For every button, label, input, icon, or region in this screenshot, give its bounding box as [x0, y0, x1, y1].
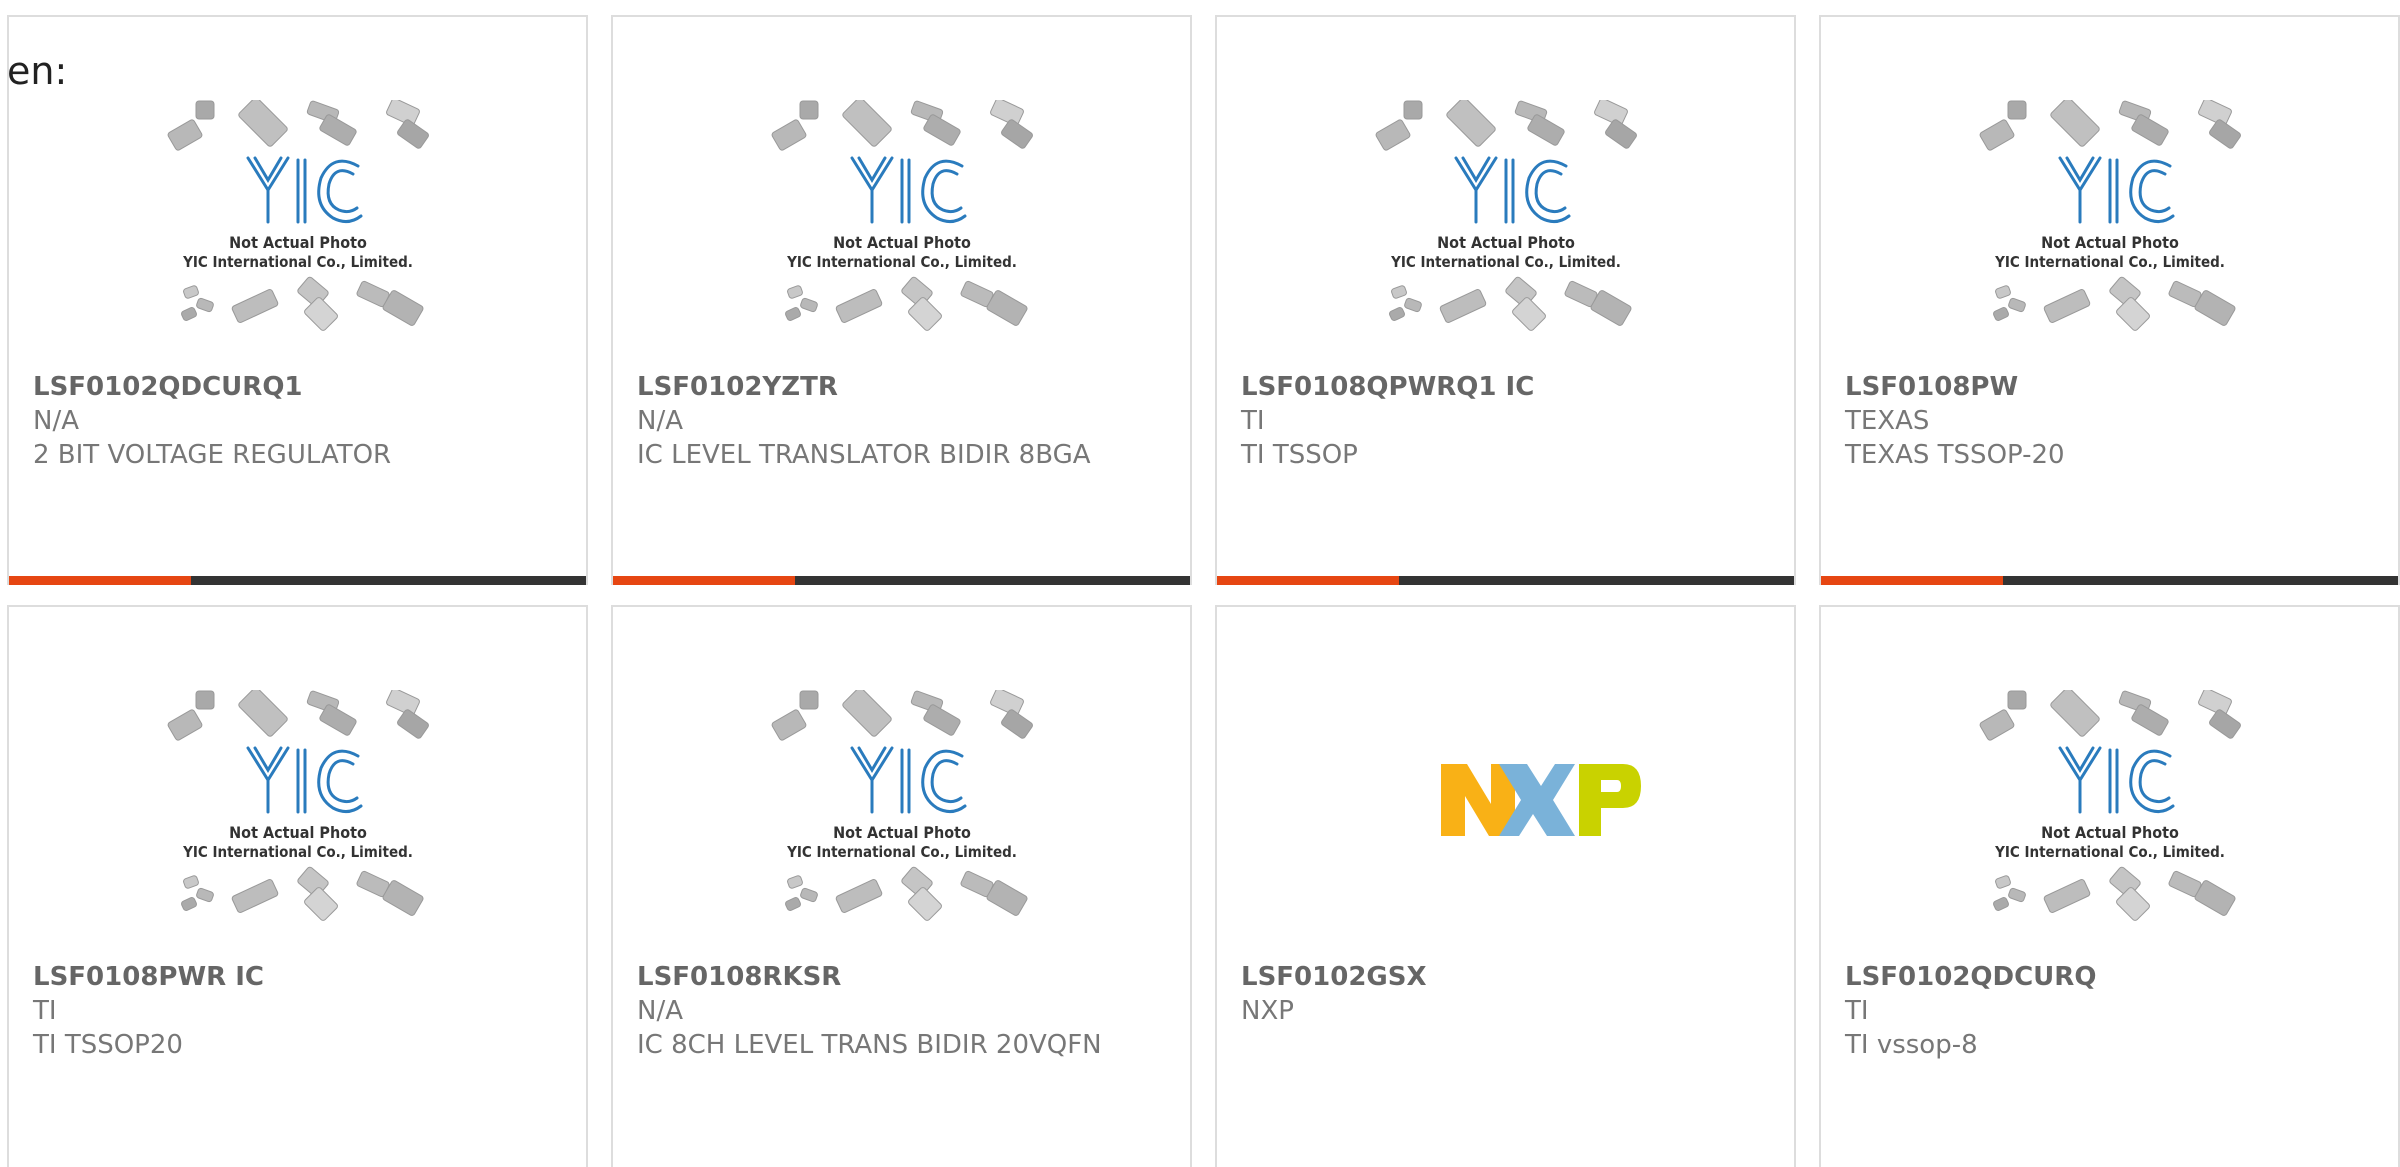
product-image[interactable]: Not Actual Photo YIC International Co., L…	[613, 100, 1190, 364]
svg-text:YIC International Co., Limited: YIC International Co., Limited.	[786, 843, 1017, 861]
not-actual-photo-placeholder: Not Actual PhotoYIC International Co., L…	[1979, 690, 2241, 921]
card-accent-bar	[1821, 576, 2003, 585]
product-manufacturer: N/A	[637, 406, 683, 436]
product-part-number[interactable]: LSF0108PW	[1845, 370, 2378, 404]
product-grid-page: en: Not Actual Photo YIC International Co…	[0, 0, 2400, 1167]
product-manufacturer: NXP	[1241, 996, 1294, 1026]
card-bottom-bar	[1217, 576, 1794, 585]
not-actual-photo-placeholder: Not Actual PhotoYIC International Co., L…	[771, 690, 1033, 921]
product-card[interactable]: Not Actual Photo YIC International Co., L…	[7, 605, 588, 1167]
not-actual-photo-placeholder: Not Actual PhotoYIC International Co., L…	[1375, 100, 1637, 331]
svg-text:YIC International Co., Limited: YIC International Co., Limited.	[786, 253, 1017, 271]
product-description: IC LEVEL TRANSLATOR BIDIR 8BGA	[637, 440, 1091, 470]
product-image[interactable]: Not Actual Photo YIC International Co., L…	[9, 100, 586, 364]
yic-logo-icon	[246, 156, 362, 224]
product-manufacturer: TI	[1241, 406, 1265, 436]
svg-text:YIC International Co., Limited: YIC International Co., Limited.	[182, 843, 413, 861]
product-description: IC 8CH LEVEL TRANS BIDIR 20VQFN	[637, 1030, 1102, 1060]
svg-text:YIC International Co., Limited: YIC International Co., Limited.	[1390, 253, 1621, 271]
product-image[interactable]: Not Actual Photo YIC International Co., L…	[613, 690, 1190, 954]
svg-text:Not Actual Photo: Not Actual Photo	[229, 823, 367, 842]
product-image[interactable]: Not Actual Photo YIC International Co., L…	[1821, 690, 2398, 954]
not-actual-photo-placeholder: Not Actual PhotoYIC International Co., L…	[167, 690, 429, 921]
product-image[interactable]: Not Actual Photo YIC International Co., L…	[9, 690, 586, 954]
yic-logo-icon	[2058, 746, 2174, 814]
product-card[interactable]: Not Actual Photo YIC International Co., L…	[611, 605, 1192, 1167]
card-bottom-bar	[613, 576, 1190, 585]
product-part-number[interactable]: LSF0108PWR IC	[33, 960, 566, 994]
svg-text:Not Actual Photo: Not Actual Photo	[833, 823, 971, 842]
card-accent-bar	[9, 576, 191, 585]
product-description: TI TSSOP20	[33, 1030, 183, 1060]
product-part-number[interactable]: LSF0108RKSR	[637, 960, 1170, 994]
yic-logo-icon	[246, 746, 362, 814]
yic-logo-icon	[850, 746, 966, 814]
card-bottom-bar	[9, 576, 586, 585]
product-part-number[interactable]: LSF0102QDCURQ	[1845, 960, 2378, 994]
product-part-number[interactable]: LSF0102YZTR	[637, 370, 1170, 404]
product-description: TI vssop-8	[1845, 1030, 1978, 1060]
card-accent-bar	[613, 576, 795, 585]
product-card[interactable]: LSF0102GSX NXP	[1215, 605, 1796, 1167]
product-manufacturer: TI	[33, 996, 57, 1026]
product-card[interactable]: Not Actual Photo YIC International Co., L…	[1215, 15, 1796, 585]
product-card[interactable]: Not Actual Photo YIC International Co., L…	[611, 15, 1192, 585]
product-card[interactable]: Not Actual Photo YIC International Co., L…	[7, 15, 588, 585]
product-part-number[interactable]: LSF0108QPWRQ1 IC	[1241, 370, 1774, 404]
product-manufacturer: N/A	[33, 406, 79, 436]
nxp-logo-icon	[1440, 764, 1641, 836]
product-part-number[interactable]: LSF0102QDCURQ1	[33, 370, 566, 404]
svg-text:Not Actual Photo: Not Actual Photo	[2041, 823, 2179, 842]
product-card[interactable]: Not Actual Photo YIC International Co., L…	[1819, 605, 2400, 1167]
svg-text:Not Actual Photo: Not Actual Photo	[229, 233, 367, 252]
product-manufacturer: TEXAS	[1845, 406, 1930, 436]
product-manufacturer: N/A	[637, 996, 683, 1026]
product-card[interactable]: Not Actual Photo YIC International Co., L…	[1819, 15, 2400, 585]
card-bottom-bar	[1821, 576, 2398, 585]
card-accent-bar	[1217, 576, 1399, 585]
yic-logo-icon	[2058, 156, 2174, 224]
product-image[interactable]: Not Actual Photo YIC International Co., L…	[1217, 100, 1794, 364]
product-part-number[interactable]: LSF0102GSX	[1241, 960, 1774, 994]
svg-text:YIC International Co., Limited: YIC International Co., Limited.	[1994, 843, 2225, 861]
product-manufacturer: TI	[1845, 996, 1869, 1026]
svg-text:Not Actual Photo: Not Actual Photo	[2041, 233, 2179, 252]
product-image[interactable]: Not Actual Photo YIC International Co., L…	[1821, 100, 2398, 364]
product-description: 2 BIT VOLTAGE REGULATOR	[33, 440, 392, 470]
svg-text:YIC International Co., Limited: YIC International Co., Limited.	[182, 253, 413, 271]
not-actual-photo-placeholder: Not Actual PhotoYIC International Co., L…	[167, 100, 429, 331]
yic-logo-icon	[850, 156, 966, 224]
product-description: TEXAS TSSOP-20	[1845, 440, 2065, 470]
yic-logo-icon	[1454, 156, 1570, 224]
product-description: TI TSSOP	[1241, 440, 1358, 470]
language-label: en:	[7, 49, 68, 93]
product-image[interactable]	[1217, 690, 1794, 954]
svg-text:Not Actual Photo: Not Actual Photo	[833, 233, 971, 252]
not-actual-photo-placeholder: Not Actual PhotoYIC International Co., L…	[771, 100, 1033, 331]
svg-text:YIC International Co., Limited: YIC International Co., Limited.	[1994, 253, 2225, 271]
not-actual-photo-placeholder: Not Actual PhotoYIC International Co., L…	[1979, 100, 2241, 331]
svg-text:Not Actual Photo: Not Actual Photo	[1437, 233, 1575, 252]
